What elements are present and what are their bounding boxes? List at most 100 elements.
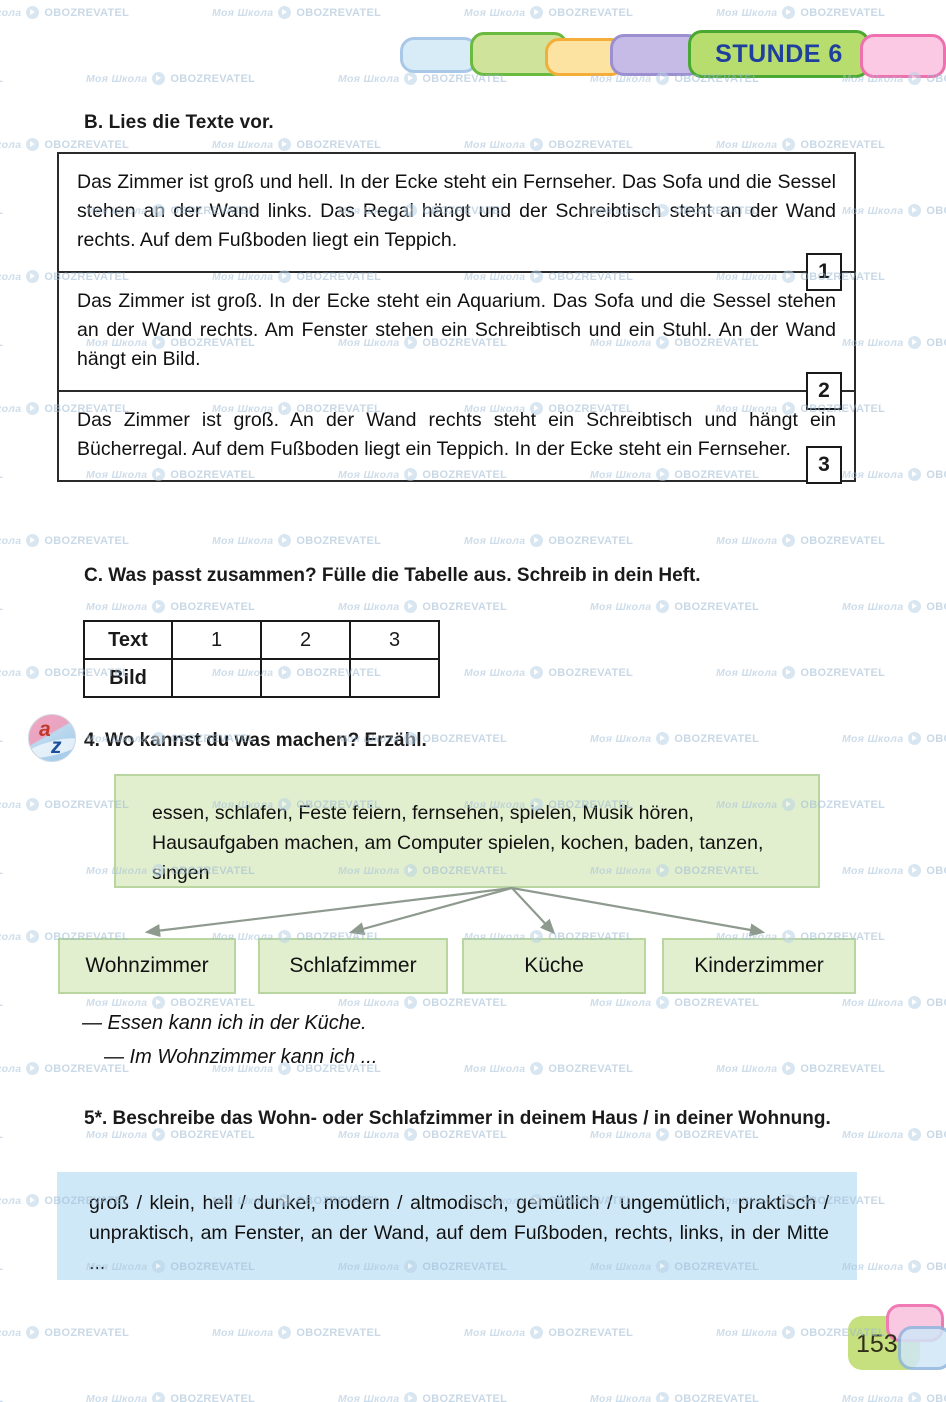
page-number: 153 (856, 1330, 898, 1358)
reading-text-item: Das Zimmer ist groß und hell. In der Eck… (59, 154, 854, 291)
watermark-play-icon (908, 600, 922, 613)
watermark-school-text: Моя Школа (0, 138, 22, 151)
arrow-to-schlafzimmer (348, 886, 513, 936)
watermark-mark: Моя ШколаOBOZREVATEL (842, 864, 946, 877)
watermark-brand-text: OBOZREVATEL (926, 1128, 946, 1141)
watermark-brand-text: OBOZREVATEL (296, 138, 382, 151)
watermark-mark: Моя ШколаOBOZREVATEL (0, 798, 129, 811)
watermark-brand-text: OBOZREVATEL (926, 468, 946, 481)
watermark-play-icon (152, 600, 166, 613)
watermark-mark: Моя Школа OBOZREVATEL (86, 600, 255, 613)
arrow-to-wohnzimmer (144, 886, 513, 938)
watermark-brand-text: OBOZREVATEL (0, 1261, 3, 1273)
watermark-school-text: Моя Школа (842, 600, 904, 613)
watermark-brand-text: OBOZREVATEL (0, 865, 3, 877)
watermark-play-icon (656, 732, 670, 745)
watermark-play-icon (26, 1194, 40, 1207)
watermark-brand-text: OBOZREVATEL (926, 600, 946, 613)
watermark-school-text: Моя Школа (716, 534, 778, 547)
watermark-play-icon (782, 534, 796, 547)
watermark-school-text: Моя Школа (212, 534, 274, 547)
arrow-to-kinderzimmer (511, 886, 766, 937)
watermark-brand-text: OBOZREVATEL (548, 138, 634, 151)
reading-text-item: Das Zimmer ist groß. In der Ecke steht e… (59, 273, 854, 410)
room-box-label: Küche (524, 954, 584, 977)
watermark-mark: Моя ШколаOBOZREVATEL (716, 1062, 885, 1075)
watermark-mark: Моя ШколаOBOZREVATEL (842, 468, 946, 481)
watermark-brand-text: OBOZREVATEL (926, 1392, 946, 1402)
watermark-play-icon (908, 864, 922, 877)
watermark-play-icon (908, 996, 922, 1009)
watermark-play-icon (782, 1062, 796, 1075)
arrow-diagram (144, 886, 766, 938)
table-row-label: Bild (83, 658, 173, 698)
watermark-brand-text: OBOZREVATEL (0, 469, 3, 481)
header-tab-strip: STUNDE 6 (0, 16, 946, 78)
watermark-mark: Моя ШколаOBOZREVATEL (0, 204, 3, 217)
watermark-play-icon (656, 1392, 670, 1402)
watermark-play-icon (404, 996, 418, 1009)
watermark-mark: Моя Школа OBOZREVATEL (338, 600, 507, 613)
watermark-play-icon (278, 138, 292, 151)
exercise-4-wordbank-text: essen, schlafen, Feste feiern, fernsehen… (152, 802, 764, 884)
room-box-label: Wohnzimmer (85, 954, 209, 977)
watermark-brand-text: OBOZREVATEL (296, 1326, 382, 1339)
watermark-brand-text: OBOZREVATEL (674, 996, 760, 1009)
reading-text-body: Das Zimmer ist groß. In der Ecke steht e… (77, 290, 836, 370)
watermark-play-icon (26, 534, 40, 547)
exercise-4-wordbank: essen, schlafen, Feste feiern, fernsehen… (114, 774, 820, 888)
header-tab-stunde: STUNDE 6 (688, 30, 870, 78)
watermark-brand-text: OBOZREVATEL (422, 732, 508, 745)
watermark-school-text: Моя Школа (86, 1392, 148, 1402)
watermark-school-text: Моя Школа (0, 534, 22, 547)
watermark-brand-text: OBOZREVATEL (548, 1062, 634, 1075)
watermark-brand-text: OBOZREVATEL (674, 1392, 760, 1402)
watermark-mark: Моя ШколаOBOZREVATEL (464, 1326, 633, 1339)
watermark-brand-text: OBOZREVATEL (422, 996, 508, 1009)
watermark-brand-text: OBOZREVATEL (800, 138, 886, 151)
watermark-mark: Моя ШколаOBOZREVATEL (0, 468, 3, 481)
table-cell: 2 (260, 620, 351, 660)
header-tab-pink (860, 34, 946, 78)
watermark-play-icon (26, 1062, 40, 1075)
watermark-play-icon (908, 1128, 922, 1141)
table-cell: 1 (171, 620, 262, 660)
table-cell-blank[interactable] (260, 658, 351, 698)
room-box-label: Schlafzimmer (289, 954, 417, 977)
watermark-school-text: Моя Школа (842, 732, 904, 745)
watermark-play-icon (404, 1392, 418, 1402)
watermark-play-icon (530, 1062, 544, 1075)
watermark-mark: Моя ШколаOBOZREVATEL (0, 1128, 3, 1141)
watermark-mark: Моя ШколаOBOZREVATEL (0, 1326, 129, 1339)
watermark-mark: Моя Школа OBOZREVATEL (212, 1326, 381, 1339)
watermark-school-text: Моя Школа (590, 600, 652, 613)
watermark-mark: Моя ШколаOBOZREVATEL (464, 138, 633, 151)
watermark-mark: Моя ШколаOBOZREVATEL (842, 204, 946, 217)
watermark-mark: Моя ШколаOBOZREVATEL (590, 600, 759, 613)
watermark-school-text: Моя Школа (842, 996, 904, 1009)
watermark-school-text: Моя Школа (86, 600, 148, 613)
watermark-school-text: Моя Школа (464, 1062, 526, 1075)
watermark-play-icon (26, 270, 40, 283)
az-speaking-icon: a z (28, 714, 76, 762)
watermark-play-icon (26, 666, 40, 679)
watermark-school-text: Моя Школа (0, 402, 22, 415)
watermark-brand-text: OBOZREVATEL (422, 600, 508, 613)
watermark-school-text: Моя Школа (86, 996, 148, 1009)
watermark-school-text: Моя Школа (590, 1392, 652, 1402)
exercise-5-wordbank: groß / klein, hell / dunkel, modern / al… (57, 1172, 857, 1280)
watermark-school-text: Моя Школа (716, 138, 778, 151)
watermark-school-text: Моя Школа (590, 996, 652, 1009)
watermark-brand-text: OBOZREVATEL (422, 1392, 508, 1402)
watermark-play-icon (530, 534, 544, 547)
table-cell-blank[interactable] (171, 658, 262, 698)
watermark-play-icon (152, 996, 166, 1009)
watermark-school-text: Моя Школа (338, 600, 400, 613)
watermark-brand-text: OBOZREVATEL (44, 138, 130, 151)
watermark-mark: Моя ШколаOBOZREVATEL (842, 996, 946, 1009)
watermark-school-text: Моя Школа (0, 1194, 22, 1207)
watermark-school-text: Моя Школа (212, 1326, 274, 1339)
table-cell-blank[interactable] (349, 658, 440, 698)
watermark-brand-text: OBOZREVATEL (926, 204, 946, 217)
watermark-brand-text: OBOZREVATEL (170, 600, 256, 613)
